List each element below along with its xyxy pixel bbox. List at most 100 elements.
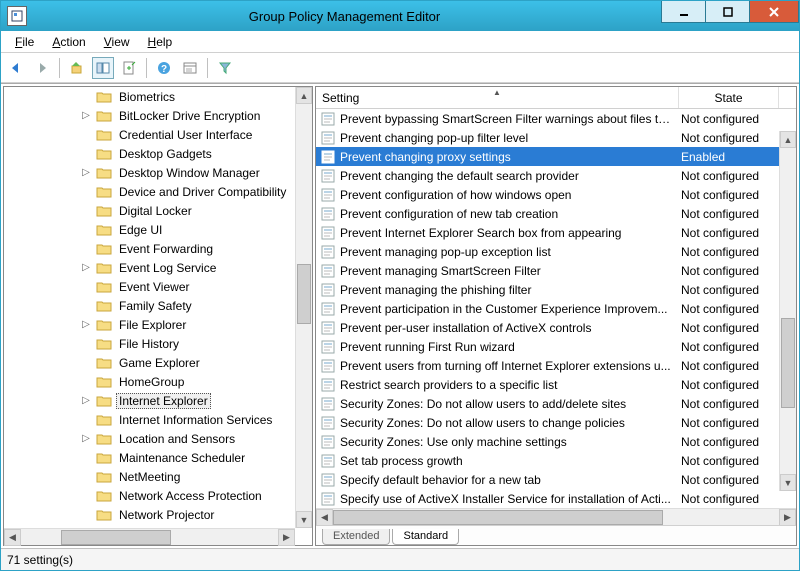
list-item[interactable]: Prevent changing pop-up filter levelNot … bbox=[316, 128, 779, 147]
setting-icon bbox=[320, 225, 336, 241]
tree-item[interactable]: Desktop Gadgets bbox=[4, 144, 295, 163]
tree-item[interactable]: ▷File Explorer bbox=[4, 315, 295, 334]
expander-icon[interactable]: ▷ bbox=[80, 167, 92, 178]
list-item[interactable]: Prevent bypassing SmartScreen Filter war… bbox=[316, 109, 779, 128]
tree-vertical-scrollbar[interactable]: ▲ ▼ bbox=[295, 87, 312, 528]
tree-item[interactable]: Credential User Interface bbox=[4, 125, 295, 144]
settings-list[interactable]: Prevent bypassing SmartScreen Filter war… bbox=[316, 109, 796, 508]
list-item[interactable]: Prevent changing the default search prov… bbox=[316, 166, 779, 185]
list-item[interactable]: Security Zones: Do not allow users to ad… bbox=[316, 394, 779, 413]
setting-name: Prevent changing proxy settings bbox=[340, 150, 679, 164]
minimize-button[interactable] bbox=[661, 1, 706, 23]
scroll-down-icon[interactable]: ▼ bbox=[296, 511, 312, 528]
tree-item[interactable]: Digital Locker bbox=[4, 201, 295, 220]
menu-help[interactable]: Help bbox=[140, 33, 181, 51]
scroll-right-icon[interactable]: ▶ bbox=[278, 529, 295, 546]
list-vertical-scrollbar[interactable]: ▲ ▼ bbox=[779, 131, 796, 491]
tree-item[interactable]: File History bbox=[4, 334, 295, 353]
list-item[interactable]: Prevent participation in the Customer Ex… bbox=[316, 299, 779, 318]
list-horizontal-scrollbar[interactable]: ◀ ▶ bbox=[316, 508, 796, 525]
tree-item-label: Game Explorer bbox=[116, 355, 203, 371]
tree-item[interactable]: Edge UI bbox=[4, 220, 295, 239]
list-item[interactable]: Prevent changing proxy settingsEnabled bbox=[316, 147, 779, 166]
up-button[interactable] bbox=[66, 57, 88, 79]
setting-icon bbox=[320, 434, 336, 450]
tree-view[interactable]: Biometrics ▷ BitLocker Drive EncryptionCre… bbox=[4, 87, 312, 545]
help-button[interactable]: ? bbox=[153, 57, 175, 79]
tree-item[interactable]: Event Forwarding bbox=[4, 239, 295, 258]
show-hide-tree-button[interactable] bbox=[92, 57, 114, 79]
tab-extended[interactable]: Extended bbox=[322, 529, 390, 545]
tree-item[interactable]: Network Access Protection bbox=[4, 486, 295, 505]
list-item[interactable]: Specify use of ActiveX Installer Service… bbox=[316, 489, 779, 508]
setting-icon bbox=[320, 168, 336, 184]
tree-item[interactable]: ▷ BitLocker Drive Encryption bbox=[4, 106, 295, 125]
close-button[interactable] bbox=[749, 1, 799, 23]
tree-item[interactable]: ▷Event Log Service bbox=[4, 258, 295, 277]
tree-item[interactable]: ▷Location and Sensors bbox=[4, 429, 295, 448]
list-item[interactable]: Prevent managing pop-up exception listNo… bbox=[316, 242, 779, 261]
export-button[interactable] bbox=[118, 57, 140, 79]
scroll-up-icon[interactable]: ▲ bbox=[780, 131, 796, 148]
column-state-label: State bbox=[714, 91, 742, 105]
tree-item[interactable]: Device and Driver Compatibility bbox=[4, 182, 295, 201]
menu-view[interactable]: View bbox=[96, 33, 138, 51]
list-item[interactable]: Prevent per-user installation of ActiveX… bbox=[316, 318, 779, 337]
tree-item-label: Device and Driver Compatibility bbox=[116, 184, 289, 200]
scroll-left-icon[interactable]: ◀ bbox=[316, 509, 333, 526]
forward-button[interactable] bbox=[31, 57, 53, 79]
folder-icon bbox=[96, 185, 112, 199]
list-item[interactable]: Prevent configuration of new tab creatio… bbox=[316, 204, 779, 223]
tree-item[interactable]: ▷Desktop Window Manager bbox=[4, 163, 295, 182]
scroll-left-icon[interactable]: ◀ bbox=[4, 529, 21, 546]
setting-icon bbox=[320, 377, 336, 393]
menu-file[interactable]: File bbox=[7, 33, 42, 51]
list-item[interactable]: Set tab process growthNot configured bbox=[316, 451, 779, 470]
tree-item[interactable]: Family Safety bbox=[4, 296, 295, 315]
column-setting[interactable]: Setting ▲ bbox=[316, 87, 679, 108]
list-item[interactable]: Security Zones: Do not allow users to ch… bbox=[316, 413, 779, 432]
tree-horizontal-scrollbar[interactable]: ◀ ▶ bbox=[4, 528, 295, 545]
list-item[interactable]: Prevent managing the phishing filterNot … bbox=[316, 280, 779, 299]
list-item[interactable]: Security Zones: Use only machine setting… bbox=[316, 432, 779, 451]
tree-item[interactable]: Biometrics bbox=[4, 87, 295, 106]
properties-button[interactable] bbox=[179, 57, 201, 79]
scroll-up-icon[interactable]: ▲ bbox=[296, 87, 312, 104]
tree-item[interactable]: Internet Information Services bbox=[4, 410, 295, 429]
tree-item[interactable]: Game Explorer bbox=[4, 353, 295, 372]
menu-action[interactable]: Action bbox=[44, 33, 93, 51]
folder-icon bbox=[96, 90, 112, 104]
scroll-right-icon[interactable]: ▶ bbox=[779, 509, 796, 526]
setting-state: Not configured bbox=[679, 454, 779, 468]
titlebar[interactable]: Group Policy Management Editor bbox=[1, 1, 799, 31]
tree-item[interactable]: Maintenance Scheduler bbox=[4, 448, 295, 467]
maximize-button[interactable] bbox=[705, 1, 750, 23]
setting-state: Not configured bbox=[679, 188, 779, 202]
expander-icon[interactable]: ▷ bbox=[80, 319, 92, 330]
expander-icon[interactable]: ▷ bbox=[80, 110, 92, 121]
filter-button[interactable] bbox=[214, 57, 236, 79]
tree-item[interactable]: Event Viewer bbox=[4, 277, 295, 296]
list-item[interactable]: Prevent users from turning off Internet … bbox=[316, 356, 779, 375]
setting-icon bbox=[320, 396, 336, 412]
tree-item-label: BitLocker Drive Encryption bbox=[116, 108, 263, 124]
setting-icon bbox=[320, 149, 336, 165]
list-item[interactable]: Prevent running First Run wizardNot conf… bbox=[316, 337, 779, 356]
tree-item[interactable]: NetMeeting bbox=[4, 467, 295, 486]
list-item[interactable]: Restrict search providers to a specific … bbox=[316, 375, 779, 394]
column-state[interactable]: State bbox=[679, 87, 779, 108]
list-item[interactable]: Prevent managing SmartScreen FilterNot c… bbox=[316, 261, 779, 280]
tree-item[interactable]: Network Projector bbox=[4, 505, 295, 524]
back-button[interactable] bbox=[5, 57, 27, 79]
tree-item[interactable]: HomeGroup bbox=[4, 372, 295, 391]
tree-item[interactable]: ▷Internet Explorer bbox=[4, 391, 295, 410]
list-item[interactable]: Specify default behavior for a new tabNo… bbox=[316, 470, 779, 489]
list-item[interactable]: Prevent configuration of how windows ope… bbox=[316, 185, 779, 204]
scroll-down-icon[interactable]: ▼ bbox=[780, 474, 796, 491]
list-item[interactable]: Prevent Internet Explorer Search box fro… bbox=[316, 223, 779, 242]
settings-pane: Setting ▲ State Prevent bypassing SmartS… bbox=[315, 86, 797, 546]
expander-icon[interactable]: ▷ bbox=[80, 262, 92, 273]
expander-icon[interactable]: ▷ bbox=[80, 395, 92, 406]
expander-icon[interactable]: ▷ bbox=[80, 433, 92, 444]
tab-standard[interactable]: Standard bbox=[392, 529, 459, 545]
